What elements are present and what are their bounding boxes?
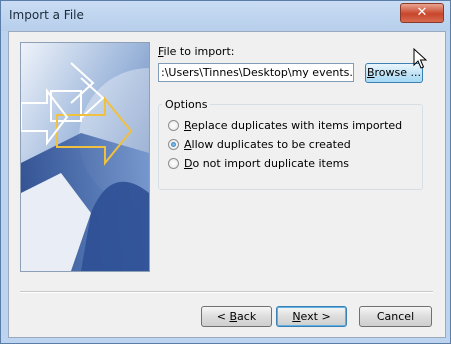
cancel-button[interactable]: Cancel	[359, 306, 432, 327]
window-title: Import a File	[9, 8, 84, 22]
dialog-body: File to import: :\Users\Tinnes\Desktop\m…	[8, 31, 446, 338]
radio-button[interactable]	[168, 120, 179, 131]
next-button[interactable]: Next >	[276, 306, 347, 327]
file-path-input[interactable]: :\Users\Tinnes\Desktop\my events.csv	[158, 63, 354, 82]
banner-graphic	[21, 43, 149, 271]
back-button[interactable]: < Back	[201, 306, 272, 327]
title-bar[interactable]: Import a File ✕	[1, 1, 450, 31]
mouse-pointer-icon	[413, 48, 427, 69]
options-title: Options	[162, 98, 211, 111]
close-icon: ✕	[416, 5, 428, 20]
file-to-import-label: File to import:	[158, 45, 235, 58]
footer-divider	[20, 291, 433, 293]
close-button[interactable]: ✕	[400, 3, 444, 23]
radio-button[interactable]	[168, 158, 179, 169]
import-wizard-banner	[20, 42, 150, 272]
radio-button-checked[interactable]	[168, 139, 179, 150]
import-file-dialog: Import a File ✕ File to import::\Users\…	[0, 0, 451, 344]
